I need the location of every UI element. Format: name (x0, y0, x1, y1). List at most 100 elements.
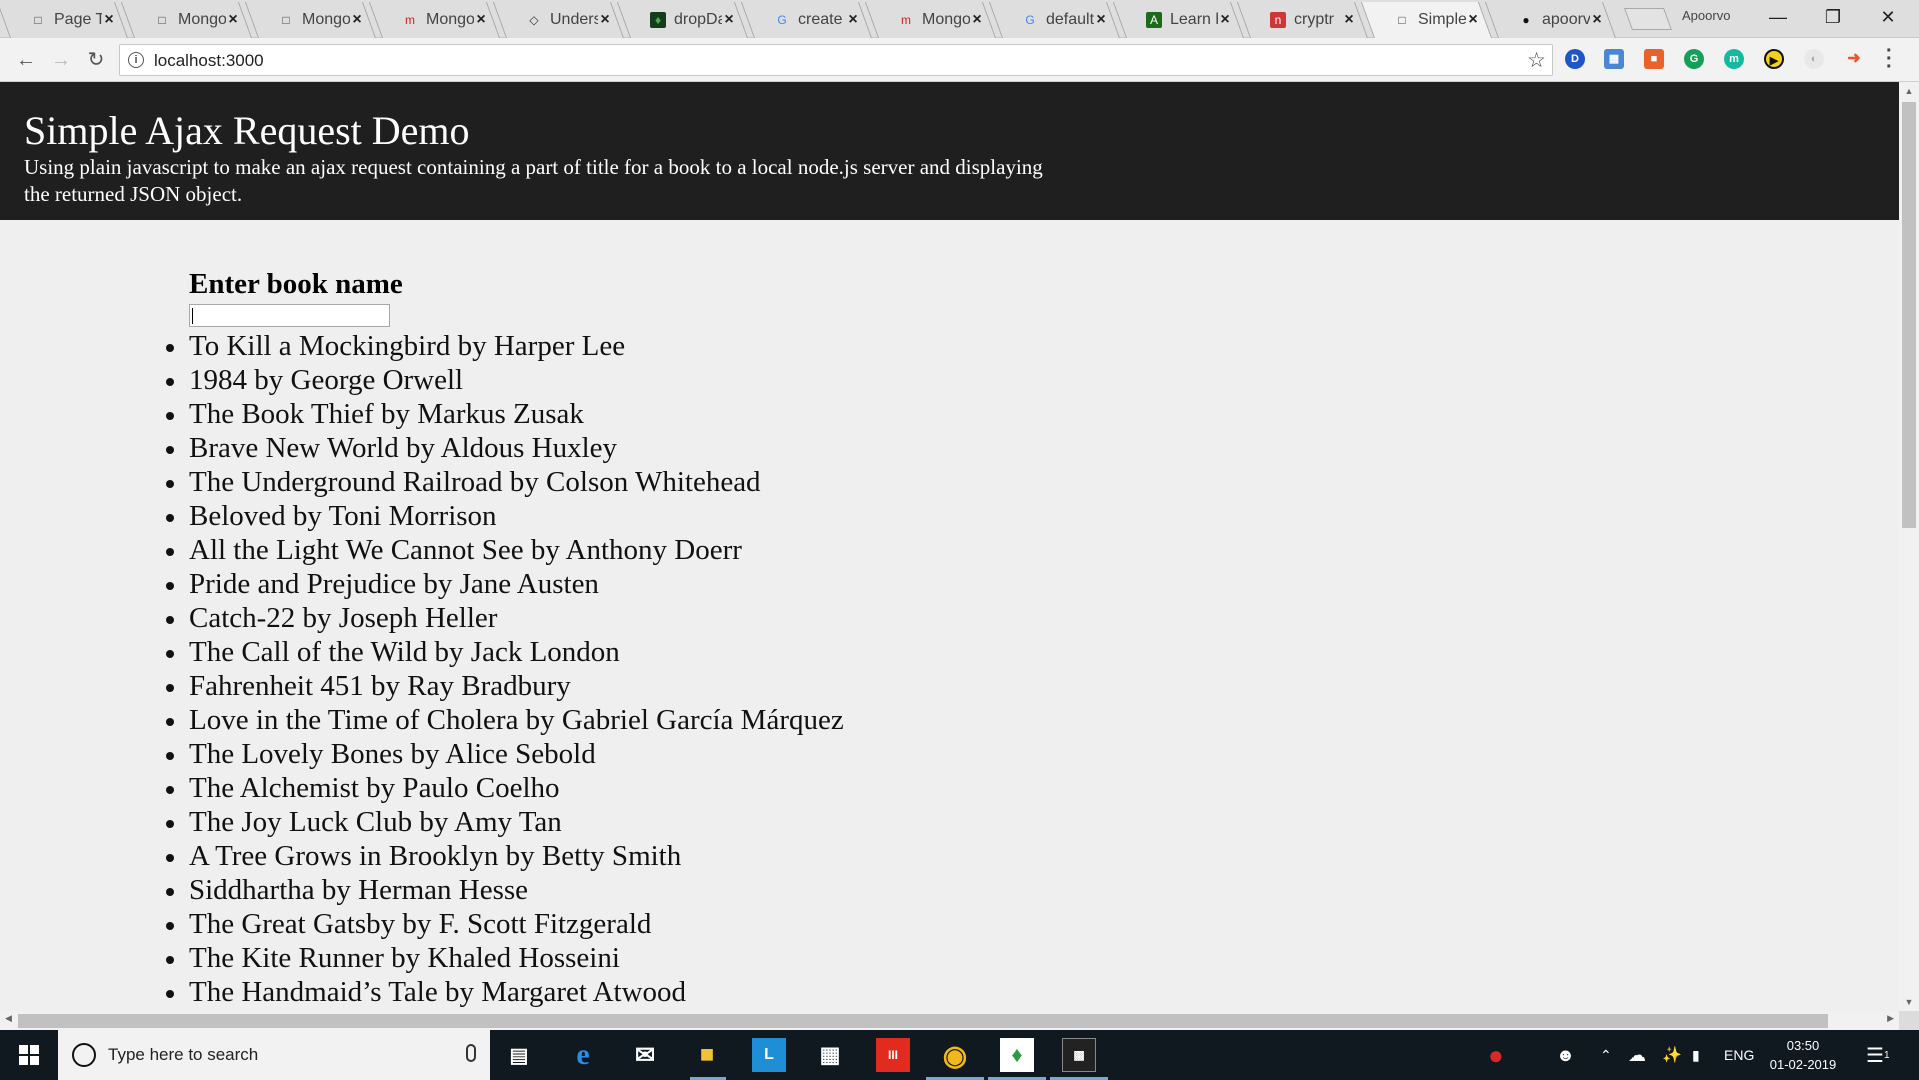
taskbar-search-box[interactable]: Type here to search (58, 1030, 490, 1080)
wifi-icon[interactable]: ✨ (1662, 1030, 1682, 1080)
people-icon[interactable]: ☻ (1556, 1030, 1575, 1080)
scroll-down-icon[interactable]: ▼ (1899, 997, 1919, 1007)
scroll-up-icon[interactable]: ▲ (1899, 86, 1919, 96)
task-view-icon[interactable]: ▤ (502, 1038, 536, 1072)
show-hidden-icons-icon[interactable]: ⌃ (1600, 1030, 1612, 1080)
book-list-item: Fahrenheit 451 by Ray Bradbury (166, 669, 844, 703)
taskbar-clock[interactable]: 03:50 01-02-2019 (1768, 1036, 1838, 1074)
tab-close-icon[interactable]: × (970, 11, 984, 29)
url-text[interactable]: localhost:3000 (154, 51, 264, 71)
browser-tab[interactable]: ◇ Unders × (500, 2, 624, 38)
tab-close-icon[interactable]: × (350, 11, 364, 29)
microphone-icon[interactable] (466, 1044, 476, 1062)
extension-reader-icon[interactable]: ▦ (1604, 49, 1624, 69)
profile-name[interactable]: Apoorvo (1682, 8, 1730, 23)
book-list-item: Brave New World by Aldous Huxley (166, 431, 844, 465)
app-l-icon[interactable]: L (752, 1038, 786, 1072)
tab-close-icon[interactable]: × (1466, 11, 1480, 29)
tab-close-icon[interactable]: × (1218, 11, 1232, 29)
tab-close-icon[interactable]: × (474, 11, 488, 29)
browser-tab[interactable]: Gcreate × (748, 2, 872, 38)
vertical-scrollbar[interactable]: ▲ ▼ (1899, 82, 1919, 1011)
extension-arrow-icon[interactable]: ➜ (1844, 49, 1864, 69)
browser-tab[interactable]: □ Mongo × (252, 2, 376, 38)
horizontal-scrollbar[interactable]: ◀ ▶ (0, 1011, 1899, 1030)
tab-close-icon[interactable]: × (102, 11, 116, 29)
window-close-icon[interactable]: ✕ (1865, 4, 1911, 30)
tab-close-icon[interactable]: × (1590, 11, 1604, 29)
page-header: Simple Ajax Request Demo Using plain jav… (0, 82, 1899, 220)
language-indicator[interactable]: ENG (1724, 1030, 1754, 1080)
vertical-scroll-thumb[interactable] (1902, 102, 1916, 528)
new-tab-button[interactable] (1623, 8, 1673, 30)
browser-tab[interactable]: □ Simple × (1368, 2, 1492, 38)
book-list-item: The Book Thief by Markus Zusak (166, 397, 844, 431)
action-center-icon[interactable]: ☰ 1 (1866, 1030, 1890, 1080)
battery-icon[interactable]: ▮ (1692, 1030, 1700, 1080)
app-red-icon[interactable]: III (876, 1038, 910, 1072)
store-icon[interactable]: ▦ (813, 1038, 847, 1072)
antivirus-tray-icon[interactable]: ● (1488, 1030, 1504, 1080)
file-explorer-icon[interactable]: ■ (690, 1038, 724, 1072)
extension-grey-icon[interactable]: ◐ (1804, 49, 1824, 69)
book-name-input[interactable] (189, 304, 390, 327)
forward-arrow-icon[interactable]: → (49, 48, 73, 72)
address-bar[interactable]: i localhost:3000 ☆ (119, 44, 1553, 76)
windows-logo-icon (19, 1045, 39, 1065)
horizontal-scroll-thumb[interactable] (18, 1014, 1828, 1028)
extension-m-icon[interactable]: m (1724, 49, 1744, 69)
back-arrow-icon[interactable]: ← (14, 48, 38, 72)
scroll-right-icon[interactable]: ▶ (1887, 1013, 1894, 1024)
browser-tab[interactable]: m Mongo × (872, 2, 996, 38)
mongodb-compass-icon[interactable]: ♦ (1000, 1038, 1034, 1072)
tab-close-icon[interactable]: × (846, 11, 860, 29)
tab-close-icon[interactable]: × (722, 11, 736, 29)
browser-tab[interactable]: m Mongo × (376, 2, 500, 38)
minimize-icon[interactable]: — (1755, 4, 1801, 30)
browser-tab[interactable]: n cryptr × (1244, 2, 1368, 38)
browser-tab[interactable]: □ Page Ti× (4, 2, 128, 38)
extension-office-icon[interactable]: ■ (1644, 49, 1664, 69)
clock-date: 01-02-2019 (1769, 1057, 1837, 1072)
tab-label: Mongo (426, 11, 474, 28)
page-icon: □ (1398, 13, 1406, 27)
windows-taskbar: Type here to search ▤ e ✉ ■ L ▦ III ◉ ♦ … (0, 1030, 1919, 1080)
extension-d-icon[interactable]: D (1565, 49, 1585, 69)
browser-tab[interactable]: Gdefault × (996, 2, 1120, 38)
mongo-m-icon: m (901, 13, 911, 27)
browser-tab[interactable]: ● apoorv × (1492, 2, 1616, 38)
book-list-item: A Tree Grows in Brooklyn by Betty Smith (166, 839, 844, 873)
tab-close-icon[interactable]: × (1342, 11, 1356, 29)
bookmark-star-icon[interactable]: ☆ (1527, 48, 1546, 73)
scroll-left-icon[interactable]: ◀ (5, 1013, 12, 1024)
site-info-icon[interactable]: i (128, 52, 144, 68)
page-icon: □ (34, 13, 42, 27)
tab-label: Page Ti (54, 11, 102, 28)
mail-icon[interactable]: ✉ (628, 1038, 662, 1072)
book-list-item: 1984 by George Orwell (166, 363, 844, 397)
book-list-item: Catch-22 by Joseph Heller (166, 601, 844, 635)
edge-icon[interactable]: e (566, 1038, 600, 1072)
chrome-icon[interactable]: ◉ (938, 1038, 972, 1072)
reload-icon[interactable]: ↻ (84, 48, 108, 72)
onedrive-icon[interactable]: ☁ (1628, 1030, 1646, 1080)
start-button[interactable] (0, 1030, 58, 1080)
tab-close-icon[interactable]: × (1094, 11, 1108, 29)
tab-close-icon[interactable]: × (226, 11, 240, 29)
google-icon: G (1025, 13, 1035, 27)
browser-tab[interactable]: □ Mongo × (128, 2, 252, 38)
restore-icon[interactable]: ❐ (1810, 4, 1856, 30)
browser-tab[interactable]: A Learn h× (1120, 2, 1244, 38)
extension-play-icon[interactable]: ▶ (1764, 49, 1784, 69)
book-list-item: Love in the Time of Cholera by Gabriel G… (166, 704, 844, 736)
taskbar-search-placeholder: Type here to search (108, 1045, 259, 1064)
grammarly-icon[interactable]: G (1684, 49, 1704, 69)
browser-tab[interactable]: ♦ dropDa × (624, 2, 748, 38)
browser-menu-icon[interactable]: · · · (1886, 41, 1893, 77)
book-list-item: The Underground Railroad by Colson White… (166, 465, 844, 499)
terminal-icon[interactable]: ▩ (1062, 1038, 1096, 1072)
page-icon: □ (282, 13, 290, 27)
page-viewport: Simple Ajax Request Demo Using plain jav… (0, 82, 1899, 1011)
tab-close-icon[interactable]: × (598, 11, 612, 29)
learn-icon: A (1146, 12, 1162, 28)
